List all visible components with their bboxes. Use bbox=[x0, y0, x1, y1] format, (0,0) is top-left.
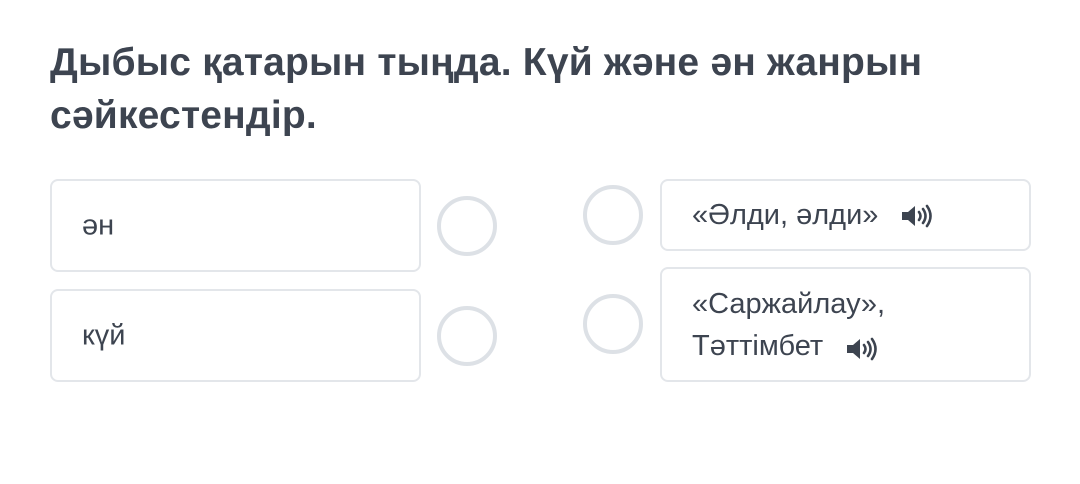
right-match-circle[interactable] bbox=[583, 185, 643, 245]
left-option-card[interactable]: ән bbox=[50, 179, 421, 272]
left-option-card[interactable]: күй bbox=[50, 289, 421, 382]
left-match-circle[interactable] bbox=[437, 306, 497, 366]
speaker-icon[interactable] bbox=[845, 332, 879, 361]
left-match-circle[interactable] bbox=[437, 196, 497, 256]
right-match-circle[interactable] bbox=[583, 294, 643, 354]
right-option-card[interactable]: «Саржайлау», Тәттімбет bbox=[660, 267, 1031, 382]
right-option-text: «Саржайлау», bbox=[692, 287, 886, 320]
right-option-text: Тәттімбет bbox=[692, 329, 824, 362]
left-option-label: күй bbox=[82, 319, 126, 351]
left-option-label: ән bbox=[82, 209, 115, 241]
right-option-text: «Әлди, әлди» bbox=[692, 199, 879, 231]
question-title: Дыбыс қатарын тыңда. Күй және ән жанрын … bbox=[50, 41, 923, 137]
speaker-icon[interactable] bbox=[900, 201, 934, 228]
right-option-card[interactable]: «Әлди, әлди» bbox=[660, 179, 1031, 251]
